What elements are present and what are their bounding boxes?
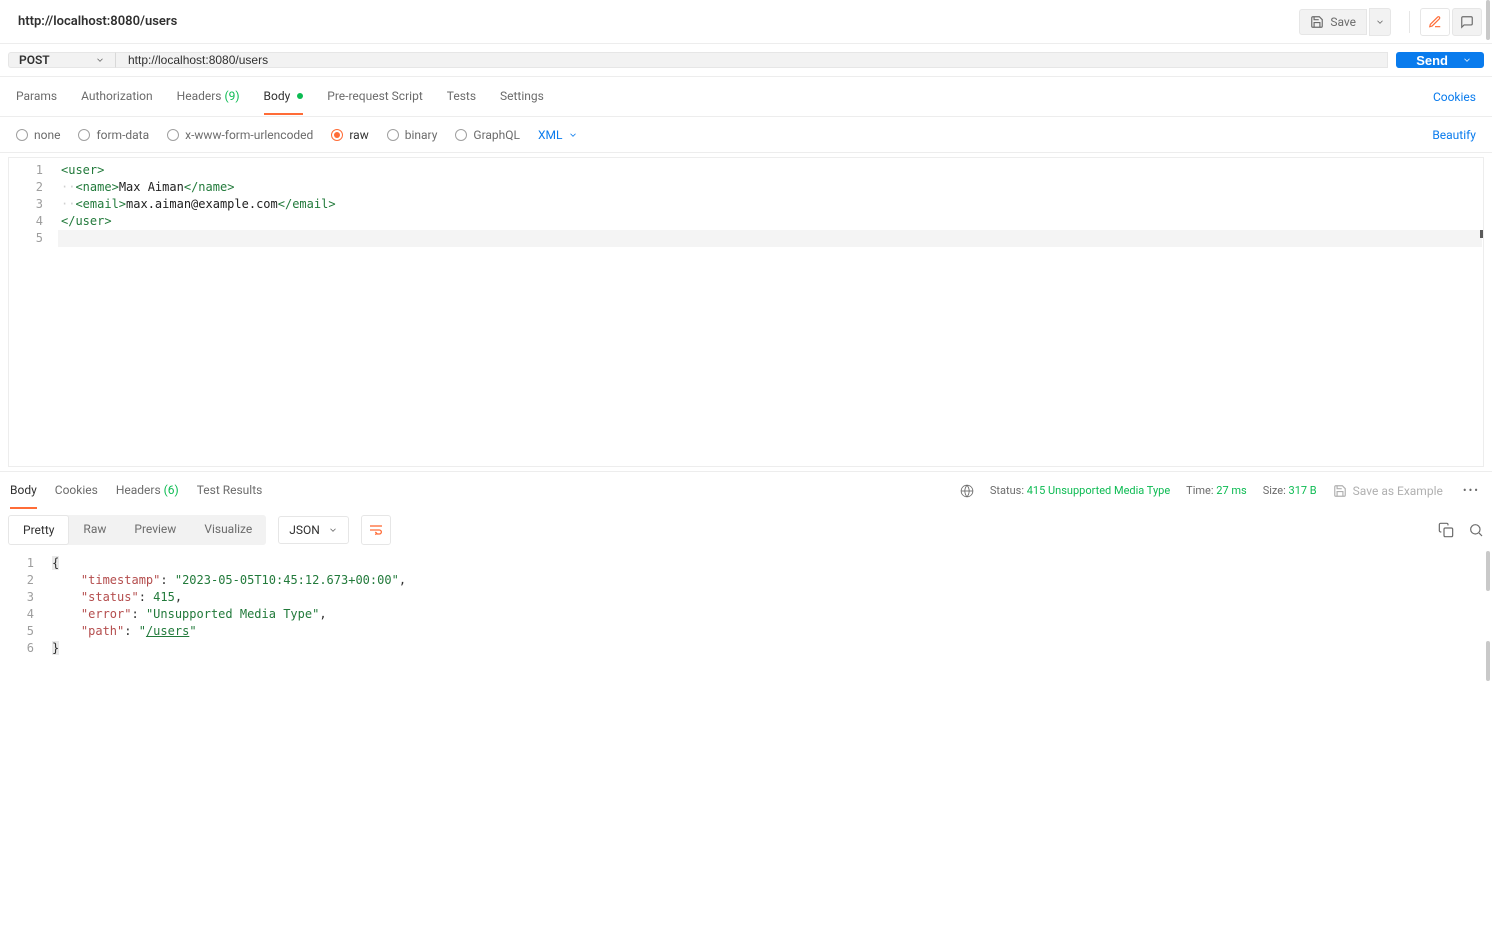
tab-title: http://localhost:8080/users — [18, 14, 177, 29]
wrap-icon — [368, 522, 384, 538]
request-tabs: Params Authorization Headers (9) Body Pr… — [0, 77, 1492, 117]
save-dropdown[interactable] — [1369, 8, 1391, 36]
time-block[interactable]: Time: 27 ms — [1186, 484, 1247, 497]
search-button[interactable] — [1468, 522, 1484, 538]
divider — [1409, 11, 1410, 33]
response-tab-headers[interactable]: Headers (6) — [116, 473, 179, 509]
wrap-lines-button[interactable] — [361, 515, 391, 545]
chevron-down-icon — [95, 55, 105, 65]
view-mode-segment: Pretty Raw Preview Visualize — [8, 515, 266, 545]
code-content[interactable]: { "timestamp": "2023-05-05T10:45:12.673+… — [48, 551, 1492, 657]
tab-params[interactable]: Params — [16, 79, 57, 115]
view-pretty[interactable]: Pretty — [8, 515, 69, 545]
pencil-icon — [1428, 15, 1442, 29]
line-gutter: 123456 — [0, 551, 48, 657]
response-tabs-row: Body Cookies Headers (6) Test Results St… — [0, 471, 1492, 509]
tab-body[interactable]: Body — [264, 79, 304, 115]
tab-body-label: Body — [264, 89, 291, 103]
view-preview[interactable]: Preview — [120, 515, 190, 545]
scrollbar-thumb[interactable] — [1486, 641, 1490, 681]
response-tab-testresults[interactable]: Test Results — [197, 473, 263, 509]
size-block[interactable]: Size: 317 B — [1263, 484, 1317, 497]
url-bar: POST Send — [0, 44, 1492, 77]
response-meta: Status: 415 Unsupported Media Type Time:… — [960, 484, 1484, 498]
body-type-formdata[interactable]: form-data — [78, 128, 149, 142]
scrollbar-thumb[interactable] — [1486, 551, 1490, 591]
topbar: http://localhost:8080/users Save — [0, 0, 1492, 44]
chevron-down-icon — [1375, 17, 1385, 27]
response-tab-cookies[interactable]: Cookies — [55, 473, 98, 509]
save-as-example: Save as Example — [1333, 484, 1443, 498]
save-button[interactable]: Save — [1299, 9, 1367, 35]
tab-authorization[interactable]: Authorization — [81, 79, 153, 115]
more-actions[interactable]: ••• — [1459, 484, 1484, 497]
save-icon — [1310, 15, 1324, 29]
raw-language-selector[interactable]: XML — [538, 128, 578, 142]
method-value: POST — [19, 53, 50, 67]
response-format-selector[interactable]: JSON — [278, 516, 349, 544]
save-label: Save — [1330, 15, 1356, 29]
copy-button[interactable] — [1438, 522, 1454, 538]
line-gutter: 12345 — [9, 158, 57, 466]
chevron-down-icon — [568, 130, 578, 140]
beautify-link[interactable]: Beautify — [1432, 128, 1476, 142]
tab-settings[interactable]: Settings — [500, 79, 544, 115]
edit-button[interactable] — [1420, 8, 1450, 36]
body-type-binary[interactable]: binary — [387, 128, 438, 142]
body-type-none[interactable]: none — [16, 128, 60, 142]
tab-headers-label: Headers — [177, 89, 222, 103]
status-block[interactable]: Status: 415 Unsupported Media Type — [990, 484, 1170, 497]
tab-tests[interactable]: Tests — [447, 79, 476, 115]
body-type-urlencoded[interactable]: x-www-form-urlencoded — [167, 128, 313, 142]
body-type-raw[interactable]: raw — [331, 128, 368, 142]
raw-language-label: XML — [538, 128, 562, 142]
scrollbar-thumb[interactable] — [1486, 0, 1490, 40]
view-raw[interactable]: Raw — [69, 515, 120, 545]
comment-button[interactable] — [1452, 8, 1482, 36]
view-visualize[interactable]: Visualize — [190, 515, 266, 545]
tab-headers-count: (9) — [224, 89, 239, 103]
tab-headers[interactable]: Headers (9) — [177, 79, 240, 115]
response-view-row: Pretty Raw Preview Visualize JSON — [0, 509, 1492, 551]
cookies-link[interactable]: Cookies — [1433, 90, 1476, 104]
body-type-graphql[interactable]: GraphQL — [455, 128, 520, 142]
tab-prerequest[interactable]: Pre-request Script — [327, 79, 422, 115]
response-body-editor[interactable]: 123456 { "timestamp": "2023-05-05T10:45:… — [0, 551, 1492, 657]
code-content[interactable]: <user> ··<name>Max Aiman</name> ··<email… — [57, 158, 1483, 466]
url-input[interactable] — [116, 52, 1388, 68]
method-selector[interactable]: POST — [8, 52, 116, 68]
send-button[interactable]: Send — [1396, 52, 1484, 68]
chevron-down-icon — [1462, 55, 1472, 65]
body-modified-dot — [297, 93, 303, 99]
chevron-down-icon — [328, 525, 338, 535]
comment-icon — [1460, 15, 1474, 29]
response-tab-body[interactable]: Body — [10, 473, 37, 509]
body-editor[interactable]: 12345 <user> ··<name>Max Aiman</name> ··… — [8, 157, 1484, 467]
send-label: Send — [1416, 53, 1448, 68]
body-type-selector: none form-data x-www-form-urlencoded raw… — [0, 117, 1492, 153]
globe-icon[interactable] — [960, 484, 974, 498]
save-icon — [1333, 484, 1347, 498]
